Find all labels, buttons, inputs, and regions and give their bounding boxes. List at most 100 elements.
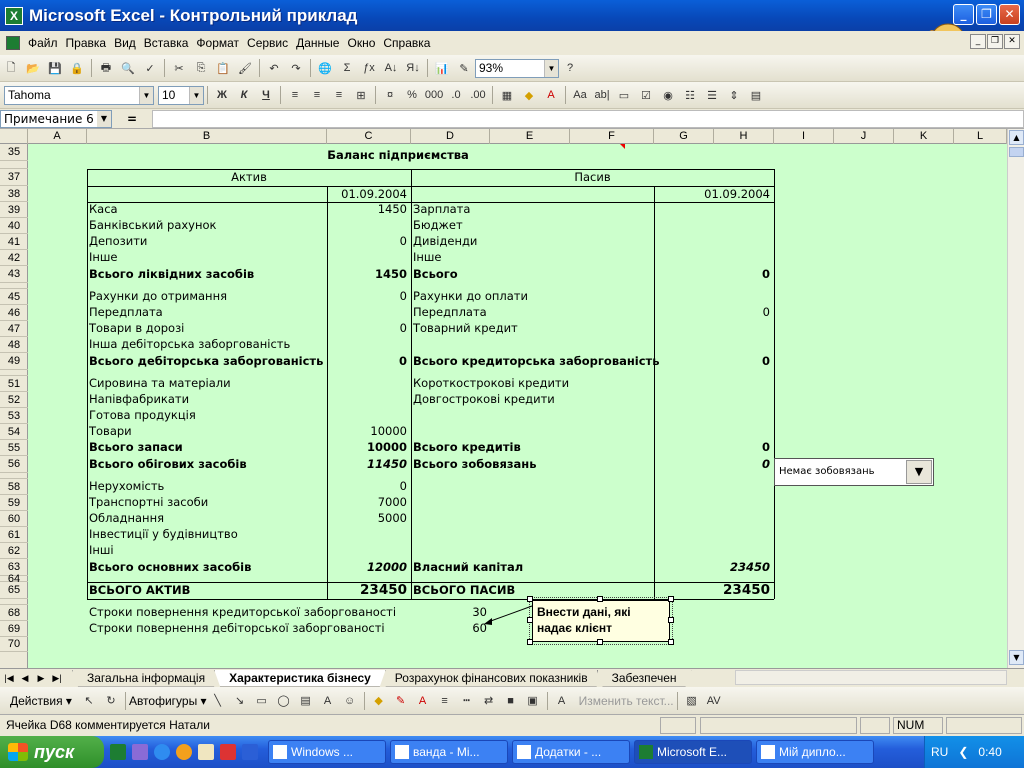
col-header-g[interactable]: G xyxy=(654,129,714,144)
row-header[interactable]: 37 xyxy=(0,169,28,186)
font-color-icon[interactable]: A xyxy=(542,86,560,104)
col-header-k[interactable]: K xyxy=(894,129,954,144)
row-header[interactable] xyxy=(0,161,28,169)
row-header[interactable]: 48 xyxy=(0,337,28,353)
language-indicator[interactable]: RU xyxy=(931,745,948,759)
redo-icon[interactable]: ↷ xyxy=(287,59,305,77)
fill-color-icon[interactable]: ◆ xyxy=(370,692,388,710)
checkbox-icon[interactable]: ☑ xyxy=(637,86,655,104)
help-icon[interactable]: ? xyxy=(561,59,579,77)
maximize-button[interactable]: ❐ xyxy=(976,4,997,25)
row-header[interactable]: 41 xyxy=(0,234,28,250)
clipart-icon[interactable]: ☺ xyxy=(341,692,359,710)
row-header[interactable]: 49 xyxy=(0,353,28,370)
combobox-icon[interactable]: ☰ xyxy=(703,86,721,104)
col-header-l[interactable]: L xyxy=(954,129,1007,144)
bold-button[interactable]: Ж xyxy=(213,86,231,104)
select-all-corner[interactable] xyxy=(0,129,28,144)
doc-minimize-button[interactable]: _ xyxy=(970,34,986,49)
excel-app-icon[interactable]: X xyxy=(5,6,23,25)
row-header[interactable]: 58 xyxy=(0,479,28,495)
increase-decimal-icon[interactable]: .0 xyxy=(447,86,465,104)
menu-view[interactable]: Вид xyxy=(110,36,140,50)
italic-button[interactable]: К xyxy=(235,86,253,104)
menu-help[interactable]: Справка xyxy=(379,36,434,50)
row-header[interactable]: 61 xyxy=(0,527,28,543)
task-vanda[interactable]: ванда - Mi... xyxy=(390,740,508,764)
task-excel[interactable]: Microsoft E... xyxy=(634,740,752,764)
row-header[interactable]: 38 xyxy=(0,186,28,202)
resize-handle[interactable] xyxy=(597,596,603,602)
wordart-icon[interactable]: A xyxy=(319,692,337,710)
scroll-down-icon[interactable]: ▼ xyxy=(1009,650,1024,665)
col-header-f[interactable]: F xyxy=(570,129,654,144)
phonetic-icon[interactable]: Aa xyxy=(571,86,589,104)
character-spacing-icon[interactable]: AV xyxy=(705,692,723,710)
row-header[interactable]: 46 xyxy=(0,305,28,321)
select-pointer-icon[interactable]: ↖ xyxy=(80,692,98,710)
scroll-thumb[interactable] xyxy=(1009,147,1024,157)
font-color-icon[interactable]: A xyxy=(414,692,432,710)
row-header[interactable]: 62 xyxy=(0,543,28,559)
print-icon[interactable]: 🖶 xyxy=(97,59,115,77)
menu-format[interactable]: Формат xyxy=(192,36,243,50)
cut-icon[interactable]: ✂ xyxy=(170,59,188,77)
row-header[interactable]: 60 xyxy=(0,511,28,527)
row-header[interactable]: 53 xyxy=(0,408,28,424)
print-preview-icon[interactable]: 🔍 xyxy=(119,59,137,77)
wordart-insert-icon[interactable]: A xyxy=(553,692,571,710)
rotate-icon[interactable]: ↻ xyxy=(102,692,120,710)
col-header-b[interactable]: B xyxy=(87,129,327,144)
sort-desc-icon[interactable]: Я↓ xyxy=(404,59,422,77)
row-header[interactable]: 51 xyxy=(0,376,28,392)
doc-close-button[interactable]: ✕ xyxy=(1004,34,1020,49)
next-sheet-icon[interactable]: ▶ xyxy=(34,671,48,686)
row-header[interactable]: 43 xyxy=(0,266,28,283)
oval-icon[interactable]: ◯ xyxy=(275,692,293,710)
hyperlink-icon[interactable]: 🌐 xyxy=(316,59,334,77)
rectangle-icon[interactable]: ▭ xyxy=(253,692,271,710)
menu-data[interactable]: Данные xyxy=(292,36,343,50)
formula-input[interactable] xyxy=(152,109,1024,128)
menu-tools[interactable]: Сервис xyxy=(243,36,292,50)
3d-icon[interactable]: ▣ xyxy=(524,692,542,710)
outlook-quicklaunch-icon[interactable] xyxy=(198,744,214,760)
formula-equals[interactable]: = xyxy=(112,112,152,126)
new-icon[interactable]: 🗋 xyxy=(2,59,20,77)
edit-text-button[interactable]: Изменить текст... xyxy=(579,694,674,708)
liabilities-dropdown[interactable]: Немає зобовязань ▼ xyxy=(774,458,934,486)
name-box[interactable]: Примечание 6 ▼ xyxy=(0,109,112,128)
spelling-icon[interactable]: ✓ xyxy=(141,59,159,77)
paste-icon[interactable]: 📋 xyxy=(214,59,232,77)
col-header-h[interactable]: H xyxy=(714,129,774,144)
row-header[interactable]: 47 xyxy=(0,321,28,337)
function-icon[interactable]: ƒx xyxy=(360,59,378,77)
task-windows[interactable]: Windows ... xyxy=(268,740,386,764)
copy-icon[interactable]: ⎘ xyxy=(192,59,210,77)
col-header-j[interactable]: J xyxy=(834,129,894,144)
vertical-scrollbar[interactable]: ▲ ▼ xyxy=(1007,129,1024,668)
row-header[interactable]: 59 xyxy=(0,495,28,511)
align-left-icon[interactable]: ≡ xyxy=(286,86,304,104)
ie-quicklaunch-icon[interactable] xyxy=(154,744,170,760)
dash-style-icon[interactable]: ┅ xyxy=(458,692,476,710)
first-sheet-icon[interactable]: |◀ xyxy=(2,671,16,686)
horizontal-scrollbar[interactable] xyxy=(735,670,1007,685)
menu-window[interactable]: Окно xyxy=(343,36,379,50)
row-header[interactable]: 55 xyxy=(0,440,28,456)
currency-icon[interactable]: ¤ xyxy=(381,86,399,104)
open-icon[interactable]: 📂 xyxy=(24,59,42,77)
menu-file[interactable]: Файл xyxy=(24,36,62,50)
row-header[interactable]: 45 xyxy=(0,289,28,305)
tab-financial-indicators[interactable]: Розрахунок фінансових показників xyxy=(380,670,603,687)
merge-center-icon[interactable]: ⊞ xyxy=(352,86,370,104)
listbox-icon[interactable]: ☷ xyxy=(681,86,699,104)
format-comment-icon[interactable]: ▧ xyxy=(683,692,701,710)
resize-handle[interactable] xyxy=(527,596,533,602)
row-header[interactable]: 70 xyxy=(0,637,28,652)
autoshapes-menu[interactable]: Автофигуры ▾ xyxy=(129,694,207,708)
actions-menu[interactable]: Действия ▾ xyxy=(10,694,72,708)
media-quicklaunch-icon[interactable] xyxy=(176,744,192,760)
row-header[interactable]: 40 xyxy=(0,218,28,234)
col-header-e[interactable]: E xyxy=(490,129,570,144)
